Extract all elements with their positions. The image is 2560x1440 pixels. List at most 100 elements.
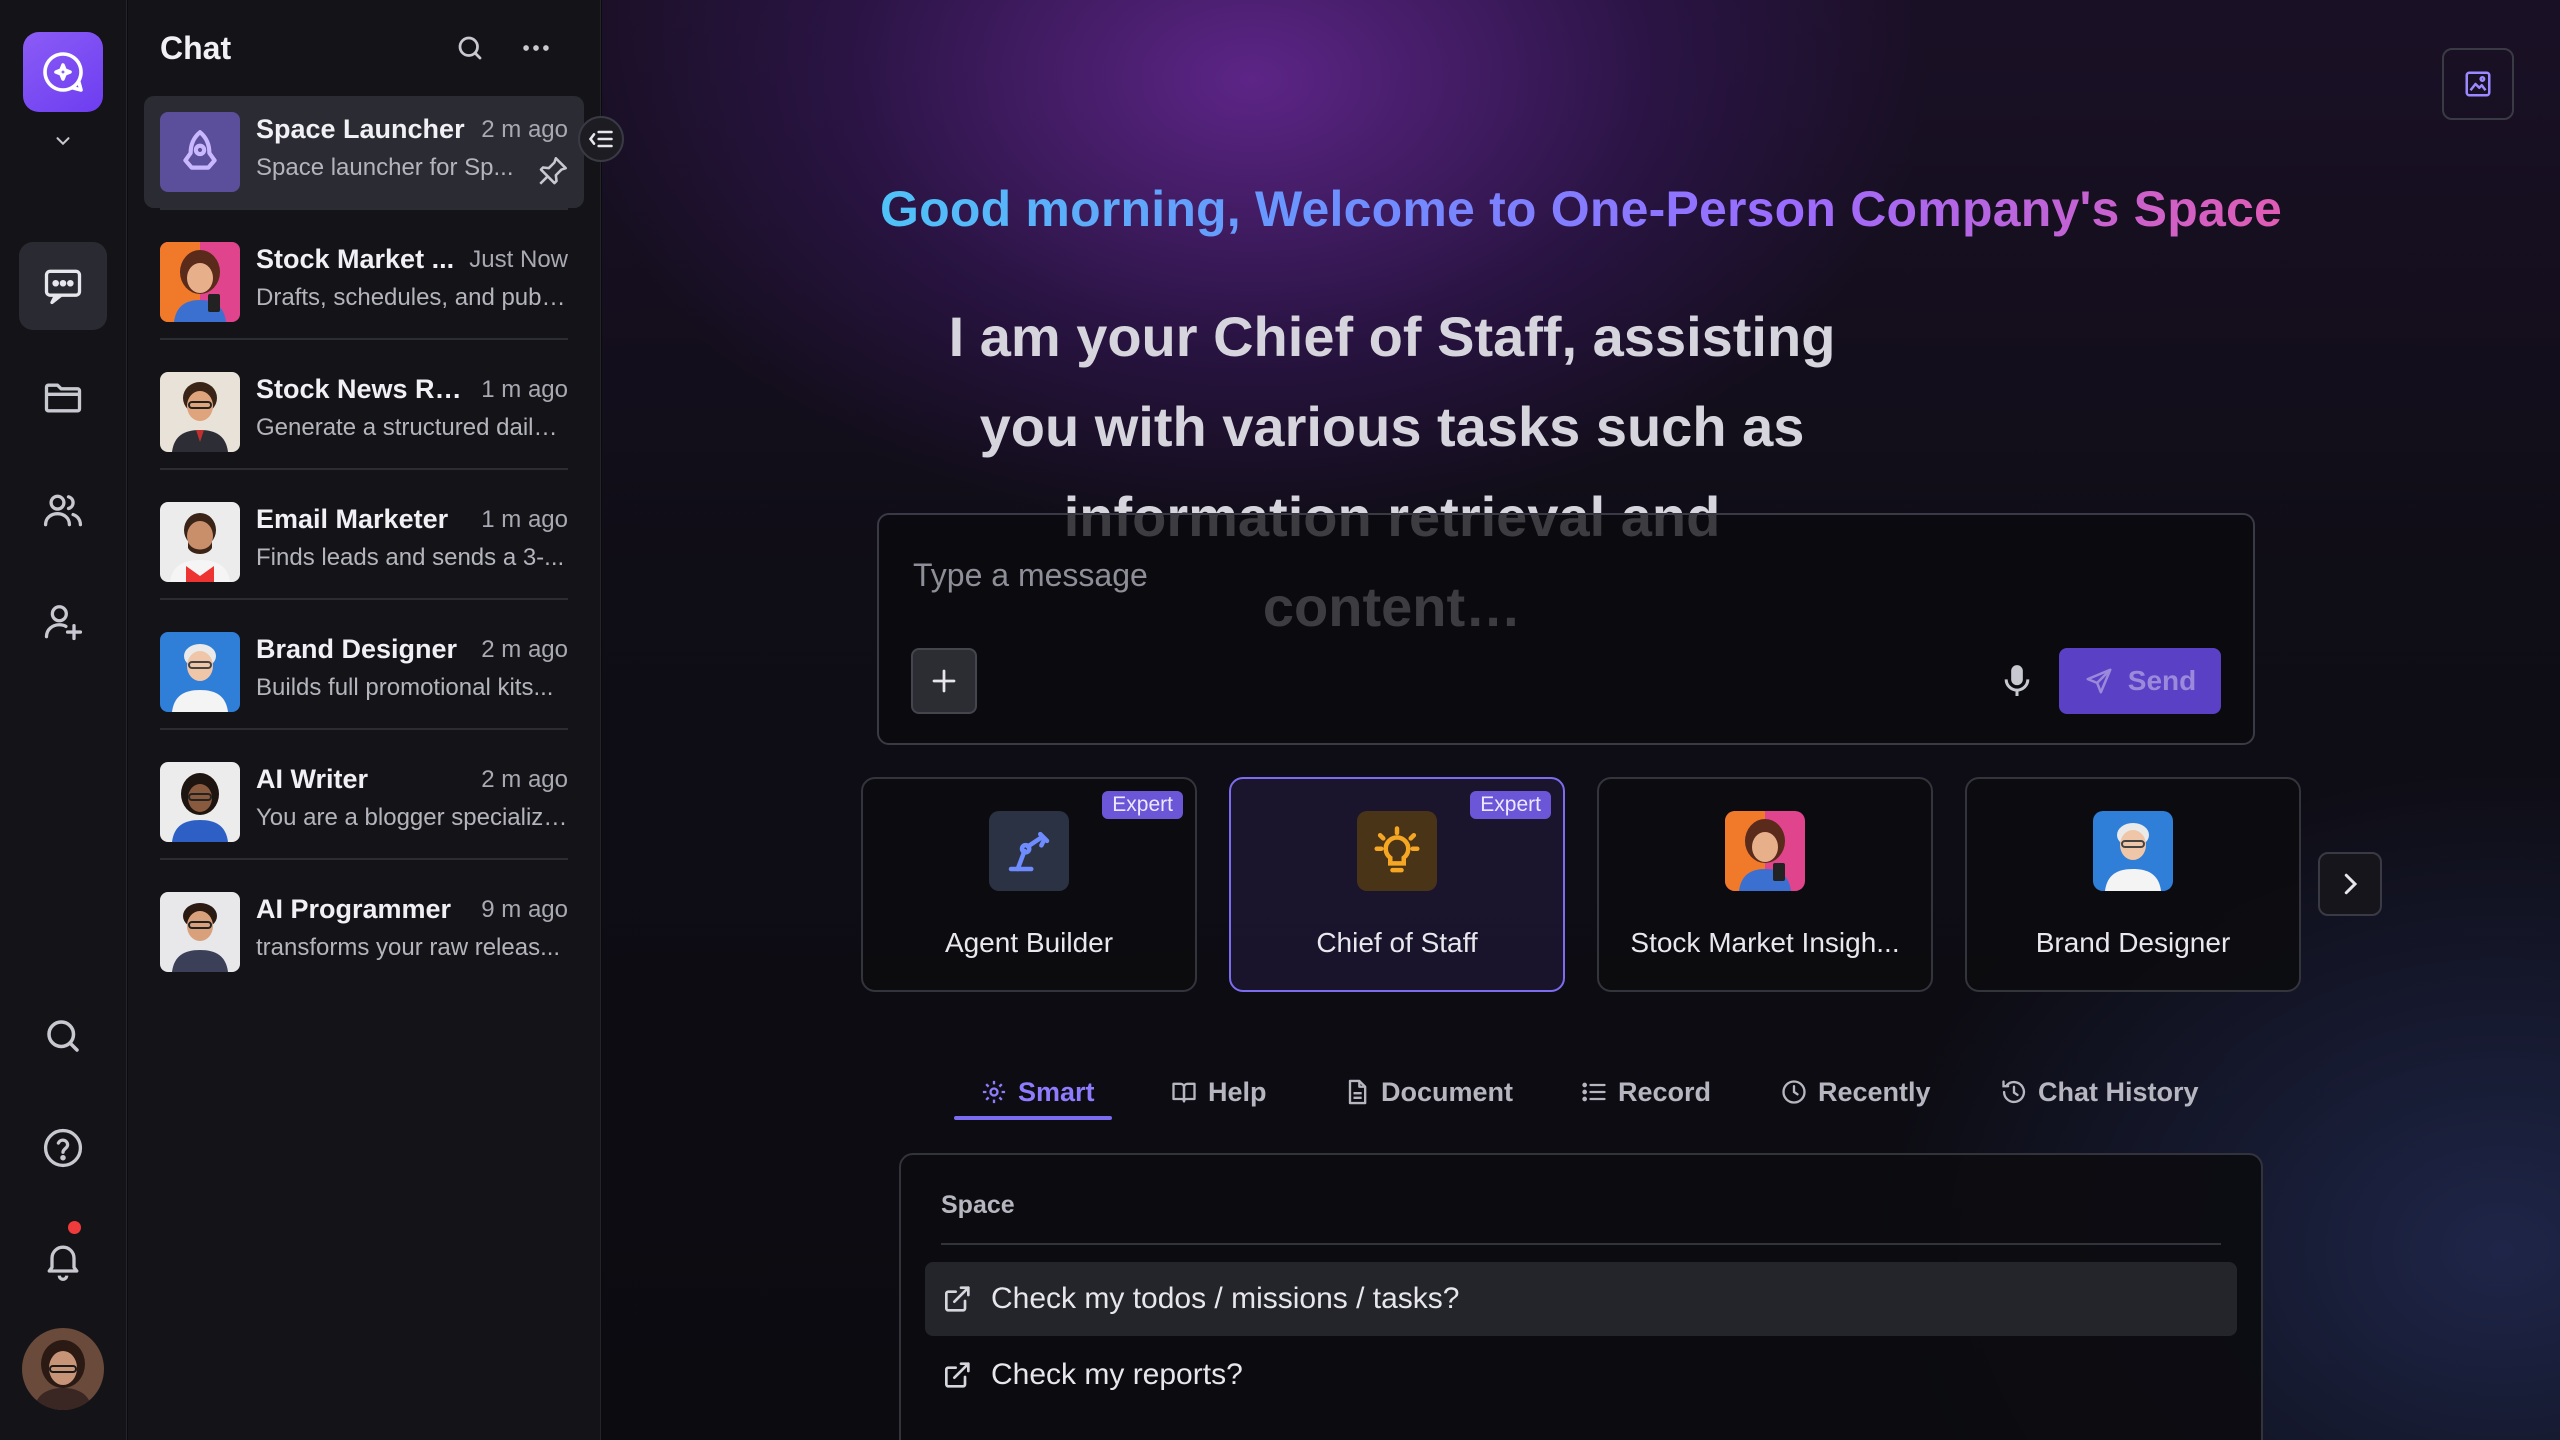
chat-time: 1 m ago [481,506,568,533]
attach-button[interactable] [911,648,977,714]
rail-notifications-button[interactable] [19,1216,107,1304]
clock-icon [1782,1080,1806,1104]
tab-document[interactable]: Document [1343,1062,1513,1122]
agent-card-agent-builder[interactable]: Expert Agent Builder [861,777,1197,992]
chat-search-button[interactable] [450,28,490,68]
chevron-right-icon [2344,873,2358,895]
collapse-panel-button[interactable] [578,116,624,162]
expert-badge: Expert [1470,791,1551,819]
tab-help[interactable]: Help [1170,1062,1267,1122]
chat-time: 2 m ago [481,636,568,663]
stock-market-avatar [1725,811,1805,891]
agent-label: Brand Designer [2035,927,2231,958]
chat-name: Stock Market ... [256,244,455,274]
chat-name: AI Programmer [256,894,452,924]
divider [160,468,568,470]
chat-item-brand-designer[interactable]: Brand Designer 2 m ago Builds full promo… [144,598,584,728]
chevron-down-icon[interactable] [50,130,76,152]
send-button[interactable]: Send [2059,648,2221,714]
list-icon [1582,1082,1606,1102]
main-area: Good morning, Welcome to One-Person Comp… [602,0,2560,1440]
image-icon [2465,71,2491,97]
robot-arm-icon [989,811,1069,891]
user-add-icon [44,605,83,641]
tab-chat-history[interactable]: Chat History [2000,1062,2199,1122]
agent-card-chief-of-staff[interactable]: Expert Chief of Staff [1229,777,1565,992]
chat-preview: Drafts, schedules, and publi... [256,284,568,311]
expert-badge: Expert [1102,791,1183,819]
agent-card-stock-market[interactable]: Stock Market Insigh... [1597,777,1933,992]
agent-label: Chief of Staff [1316,927,1478,958]
active-tab-indicator [954,1116,1112,1120]
rocket-icon [183,130,217,170]
more-horizontal-icon [523,45,549,51]
chat-item-space-launcher[interactable]: Space Launcher 2 m ago Space launcher fo… [144,96,584,208]
rail-contacts-button[interactable] [19,578,107,666]
ai-programmer-avatar [160,892,240,972]
message-composer: Type a message Send [877,513,2255,745]
suggestion-item[interactable]: Check my reports? [925,1338,2237,1412]
users-icon [43,494,83,527]
agent-label: Agent Builder [944,927,1114,958]
greeting-heading: Good morning, Welcome to One-Person Comp… [880,181,2282,237]
tab-record[interactable]: Record [1580,1062,1711,1122]
message-input[interactable]: Type a message [913,557,1148,594]
panel-title: Chat [160,30,232,66]
app-logo[interactable] [23,32,103,112]
chat-preview: You are a blogger specializi... [256,804,568,831]
chat-more-button[interactable] [516,28,556,68]
chat-name: Brand Designer [256,634,458,664]
suggestion-item[interactable]: Check my todos / missions / tasks? [925,1262,2237,1336]
folder-icon [44,383,82,413]
lightbulb-icon [1357,811,1437,891]
chat-list-panel: Chat Space Launcher 2 m ago Space launch… [128,0,601,1440]
agents-next-button[interactable] [2318,852,2382,916]
notification-dot [68,1221,81,1234]
history-icon [2002,1080,2026,1104]
user-avatar[interactable] [22,1328,104,1410]
chat-item-ai-programmer[interactable]: AI Programmer 9 m ago transforms your ra… [144,858,584,988]
pin-icon[interactable] [536,154,570,188]
agent-card-brand-designer[interactable]: Brand Designer [1965,777,2301,992]
plus-icon [932,669,956,693]
chat-time: 1 m ago [481,376,568,403]
divider [941,1243,2221,1245]
chat-name: Email Marketer [256,504,449,534]
tab-recently[interactable]: Recently [1780,1062,1931,1122]
chat-time: 9 m ago [481,896,568,923]
chat-item-stock-news[interactable]: Stock News Re... 1 m ago Generate a stru… [144,338,584,468]
user-avatar-image [22,1328,104,1410]
external-link-icon [945,1362,970,1388]
search-icon [458,36,482,60]
rail-help-button[interactable] [19,1104,107,1192]
rail-files-button[interactable] [19,354,107,442]
external-link-icon [945,1286,970,1312]
agent-label: Stock Market Insigh... [1630,927,1900,958]
divider [160,338,568,340]
rail-team-button[interactable] [19,466,107,554]
chat-item-ai-writer[interactable]: AI Writer 2 m ago You are a blogger spec… [144,728,584,858]
microphone-icon[interactable] [1997,661,2037,701]
help-icon [43,1128,83,1168]
chat-preview: transforms your raw releas... [256,934,561,961]
chat-preview: Space launcher for Sp... [256,154,514,181]
email-marketer-avatar [160,502,240,582]
send-icon [2086,668,2112,694]
search-icon [47,1020,79,1052]
divider [160,858,568,860]
chat-item-stock-market[interactable]: Stock Market ... Just Now Drafts, schedu… [144,208,584,338]
tab-smart[interactable]: Smart [980,1062,1095,1122]
send-label: Send [2127,665,2197,696]
divider [160,728,568,730]
chat-preview: Finds leads and sends a 3-... [256,544,565,571]
rail-chat-button[interactable] [19,242,107,330]
chat-icon [44,269,82,305]
chat-item-email-marketer[interactable]: Email Marketer 1 m ago Finds leads and s… [144,468,584,598]
brand-designer-avatar [160,632,240,712]
space-launcher-avatar [160,112,240,192]
chat-name: Space Launcher [256,114,465,144]
rail-search-button[interactable] [19,992,107,1080]
ai-writer-avatar [160,762,240,842]
document-icon [1348,1079,1367,1105]
image-toggle-button[interactable] [2442,48,2514,120]
